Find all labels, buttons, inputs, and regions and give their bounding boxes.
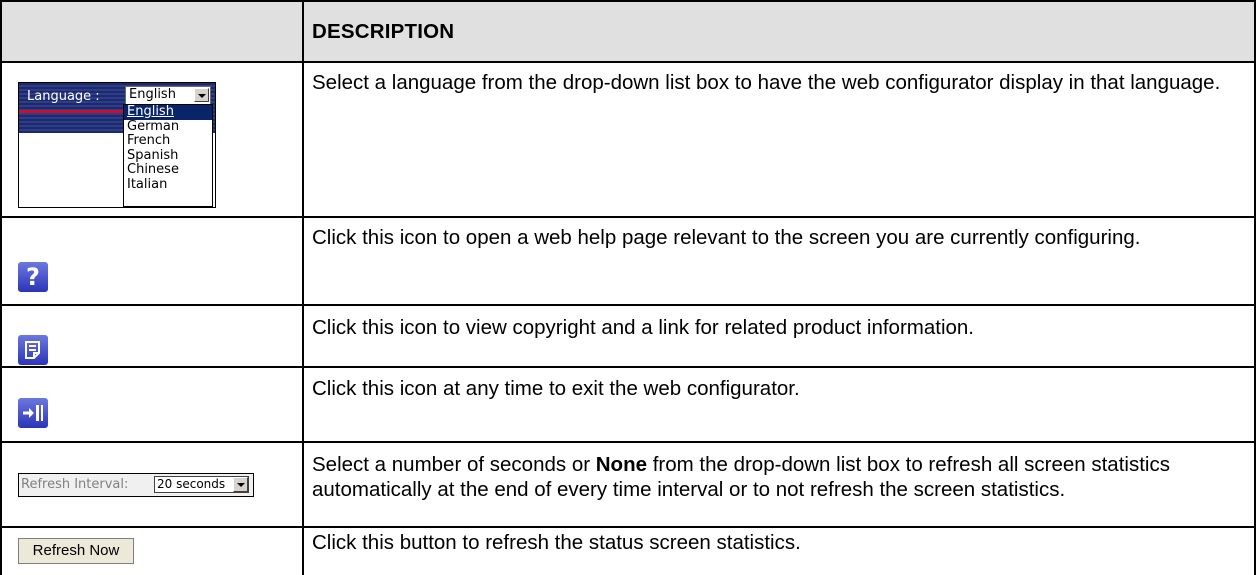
table-header bbox=[1, 1, 1255, 61]
refresh-now-button[interactable]: Refresh Now bbox=[18, 538, 134, 564]
description-table: DESCRIPTION Language : English English G… bbox=[0, 0, 1256, 575]
col-divider bbox=[0, 0, 2, 575]
language-option-spanish[interactable]: Spanish bbox=[124, 148, 212, 164]
row-divider bbox=[0, 366, 1256, 368]
language-option-italian[interactable]: Italian bbox=[124, 177, 212, 193]
language-options-list: English German French Spanish Chinese It… bbox=[123, 104, 213, 207]
refresh-interval-select[interactable]: 20 seconds bbox=[154, 476, 249, 493]
language-accent-line bbox=[19, 110, 123, 113]
header-description: DESCRIPTION bbox=[312, 20, 455, 43]
language-select[interactable]: English bbox=[125, 86, 211, 106]
logout-icon[interactable] bbox=[18, 398, 48, 428]
language-option-english[interactable]: English bbox=[124, 104, 212, 120]
chevron-down-icon[interactable] bbox=[194, 88, 209, 102]
info-description: Click this icon to view copyright and a … bbox=[312, 316, 975, 339]
refresh-interval-widget: Refresh Interval: 20 seconds bbox=[18, 473, 254, 497]
exit-description: Click this icon at any time to exit the … bbox=[312, 377, 800, 400]
refresh-now-description: Click this button to refresh the status … bbox=[312, 531, 801, 554]
info-icon[interactable] bbox=[18, 335, 48, 365]
language-widget: Language : English English German French… bbox=[18, 82, 216, 208]
row-divider bbox=[0, 61, 1256, 63]
row-divider bbox=[0, 441, 1256, 443]
language-select-value: English bbox=[129, 87, 176, 102]
help-description: Click this icon to open a web help page … bbox=[312, 226, 1141, 249]
refresh-interval-label: Refresh Interval: bbox=[21, 477, 129, 492]
row-divider bbox=[0, 216, 1256, 218]
refresh-interval-value: 20 seconds bbox=[157, 477, 226, 491]
refresh-interval-description: Select a number of seconds or None from … bbox=[312, 452, 1242, 502]
language-description: Select a language from the drop-down lis… bbox=[312, 71, 1221, 94]
language-option-german[interactable]: German bbox=[124, 119, 212, 135]
col-divider bbox=[302, 0, 304, 575]
language-label: Language : bbox=[27, 89, 100, 104]
row-divider bbox=[0, 0, 1256, 2]
row-divider bbox=[0, 526, 1256, 528]
desc-part: Select a number of seconds or bbox=[312, 453, 596, 476]
chevron-down-icon[interactable] bbox=[233, 477, 248, 492]
language-option-french[interactable]: French bbox=[124, 133, 212, 149]
col-divider bbox=[1254, 0, 1256, 575]
help-icon[interactable]: ? bbox=[18, 262, 48, 292]
desc-bold-none: None bbox=[595, 453, 647, 476]
language-option-chinese[interactable]: Chinese bbox=[124, 162, 212, 178]
row-divider bbox=[0, 304, 1256, 306]
